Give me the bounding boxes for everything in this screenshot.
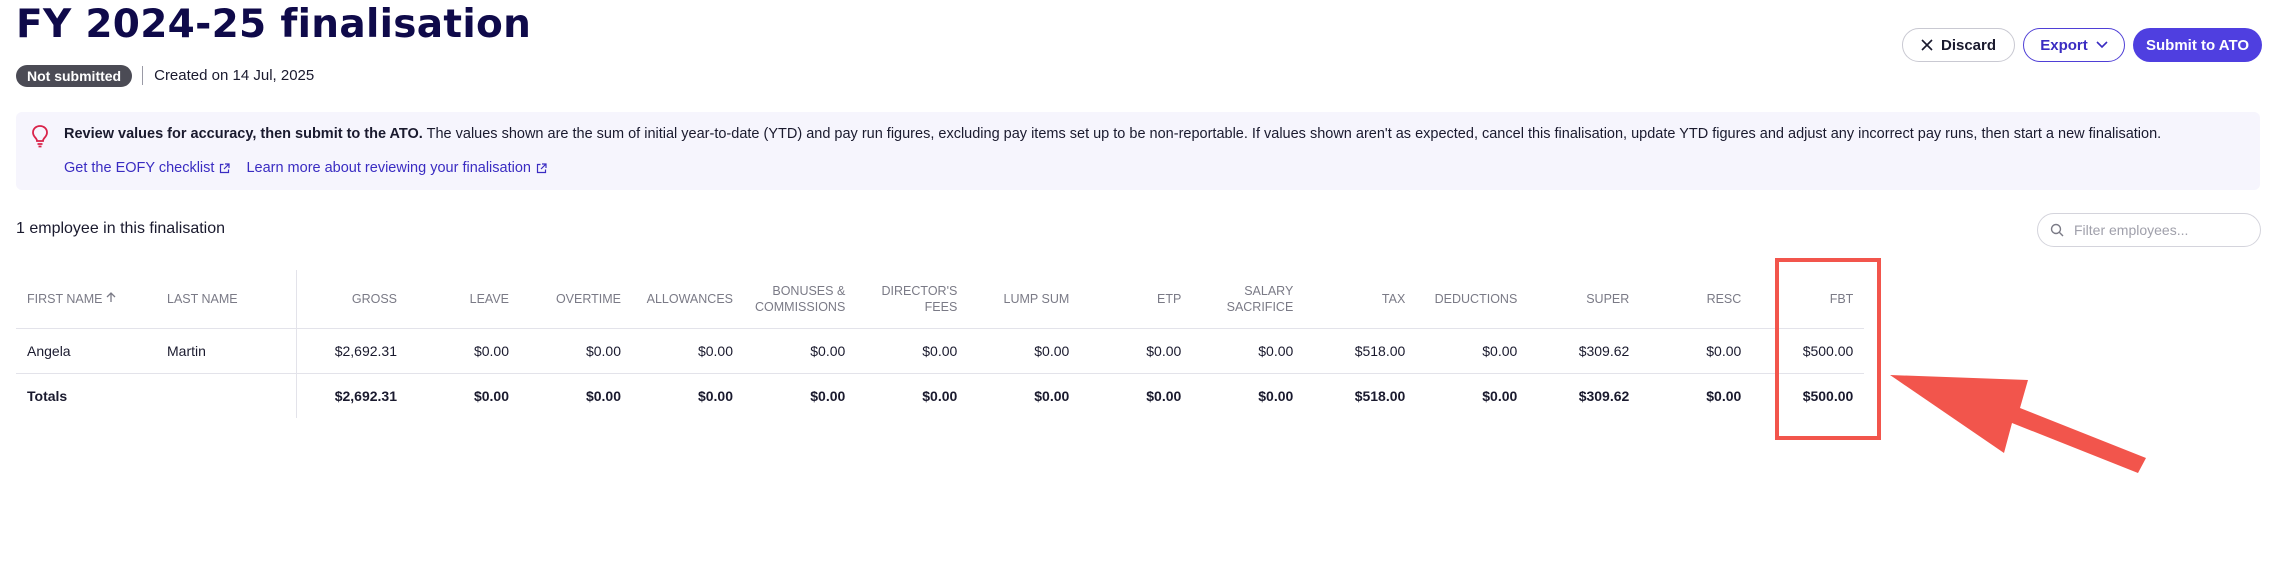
cell-directors-fees: $0.00 (856, 328, 969, 374)
filter-employees-field[interactable] (2037, 213, 2261, 247)
col-overtime: OVERTIME (520, 270, 632, 329)
cell-deductions: $0.00 (1416, 328, 1529, 374)
learn-more-link[interactable]: Learn more about reviewing your finalisa… (246, 160, 547, 176)
header-actions: Discard Export Submit to ATO (1902, 28, 2262, 62)
cell-last-name: Martin (156, 328, 296, 374)
col-resc: RESC (1640, 270, 1753, 329)
meta-divider (142, 66, 144, 85)
total-salary-sacrifice: $0.00 (1258, 388, 1294, 404)
col-lump-sum: LUMP SUM (968, 270, 1081, 329)
filter-employees-input[interactable] (2072, 221, 2246, 239)
total-super: $309.62 (1578, 388, 1630, 404)
col-etp: ETP (1080, 270, 1193, 329)
cell-leave: $0.00 (408, 328, 520, 374)
salary-label-line2: SACRIFICE (1226, 300, 1294, 314)
employee-count: 1 employee in this finalisation (16, 220, 226, 237)
cell-salary-sacrifice: $0.00 (1192, 328, 1305, 374)
total-bonuses: $0.00 (810, 388, 846, 404)
export-label: Export (2040, 36, 2088, 54)
total-lump-sum: $0.00 (1034, 388, 1070, 404)
created-date: Created on 14 Jul, 2025 (154, 67, 315, 84)
totals-row: Totals $2,692.31 $0.00 $0.00 $0.00 $0.00… (16, 373, 1864, 419)
cell-super: $309.62 (1528, 328, 1641, 374)
total-directors-fees: $0.00 (922, 388, 958, 404)
col-bonuses-commissions: BONUSES & COMMISSIONS (744, 270, 857, 329)
submit-to-ato-button[interactable]: Submit to ATO (2133, 28, 2262, 62)
col-gross: GROSS (295, 270, 408, 329)
external-link-icon (220, 162, 231, 173)
search-icon (2050, 223, 2064, 237)
totals-empty-cell (156, 374, 296, 419)
status-badge: Not submitted (16, 64, 133, 87)
col-directors-fees: DIRECTOR'S FEES (856, 270, 969, 329)
cell-gross: $2,692.31 (295, 328, 408, 374)
eofy-checklist-link[interactable]: Get the EOFY checklist (64, 160, 231, 176)
cell-first-name: Angela (16, 328, 156, 374)
meta-row: Not submitted Created on 14 Jul, 2025 (16, 64, 314, 87)
external-link-icon (536, 162, 547, 173)
eofy-checklist-label: Get the EOFY checklist (64, 160, 215, 176)
lightbulb-icon (32, 125, 48, 148)
total-gross: $2,692.31 (295, 373, 408, 418)
cell-bonuses: $0.00 (744, 328, 857, 374)
cell-resc: $0.00 (1640, 328, 1753, 374)
bonuses-label-line1: BONUSES & (772, 284, 846, 298)
cell-etp: $0.00 (1080, 328, 1193, 374)
banner-message: Review values for accuracy, then submit … (64, 126, 2161, 142)
finalisation-table: FIRST NAME LAST NAME GROSS LEAVE OVERTIM… (16, 270, 1865, 419)
banner-body-text: The values shown are the sum of initial … (422, 126, 2162, 142)
banner-links: Get the EOFY checklist Learn more about … (64, 160, 547, 176)
arrow-up-icon (107, 292, 116, 302)
col-salary-sacrifice: SALARY SACRIFICE (1192, 270, 1305, 329)
col-last-name[interactable]: LAST NAME (156, 270, 296, 329)
fbt-highlight-box (1775, 258, 1881, 440)
review-banner: Review values for accuracy, then submit … (16, 112, 2260, 190)
discard-label: Discard (1940, 36, 1997, 54)
export-button[interactable]: Export (2023, 28, 2125, 62)
first-name-label: FIRST NAME (27, 292, 103, 306)
col-super: SUPER (1528, 270, 1641, 329)
directors-label-line1: DIRECTOR'S (881, 284, 958, 298)
col-leave: LEAVE (408, 270, 520, 329)
learn-more-label: Learn more about reviewing your finalisa… (246, 160, 531, 176)
table-header-row: FIRST NAME LAST NAME GROSS LEAVE OVERTIM… (16, 270, 1865, 329)
page-title: FY 2024-25 finalisation (16, 2, 532, 47)
total-deductions: $0.00 (1482, 388, 1518, 404)
totals-label: Totals (27, 388, 68, 404)
cell-allowances: $0.00 (632, 328, 744, 374)
bonuses-label-line2: COMMISSIONS (755, 300, 846, 314)
total-etp: $0.00 (1146, 388, 1182, 404)
cell-overtime: $0.00 (520, 328, 632, 374)
directors-label-line2: FEES (924, 300, 958, 314)
col-tax: TAX (1304, 270, 1417, 329)
col-first-name[interactable]: FIRST NAME (16, 270, 156, 329)
table-row[interactable]: Angela Martin $2,692.31 $0.00 $0.00 $0.0… (16, 328, 1865, 374)
total-allowances: $0.00 (697, 388, 733, 404)
chevron-down-icon (2096, 41, 2108, 49)
annotation-arrow-icon (1890, 375, 2146, 473)
col-allowances: ALLOWANCES (632, 270, 744, 329)
total-resc: $0.00 (1706, 388, 1742, 404)
col-deductions: DEDUCTIONS (1416, 270, 1529, 329)
total-leave: $0.00 (473, 388, 509, 404)
cell-tax: $518.00 (1304, 328, 1417, 374)
cell-lump-sum: $0.00 (968, 328, 1081, 374)
total-tax: $518.00 (1354, 388, 1406, 404)
total-overtime: $0.00 (585, 388, 621, 404)
discard-button[interactable]: Discard (1902, 28, 2015, 62)
submit-label: Submit to ATO (2145, 36, 2250, 54)
banner-bold-text: Review values for accuracy, then submit … (64, 126, 423, 142)
salary-label-line1: SALARY (1244, 284, 1294, 298)
close-icon (1921, 39, 1933, 51)
